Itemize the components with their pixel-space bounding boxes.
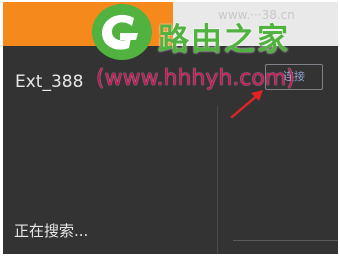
divider [217, 106, 218, 254]
watermark-url: (www.hhhyh.com) [96, 66, 295, 91]
status-text: 正在搜索... [14, 222, 89, 240]
divider [233, 240, 338, 241]
device-name: Ext_388 [15, 72, 84, 92]
watermark-logo-icon [92, 4, 152, 60]
watermark-title: 路由之家 [158, 22, 290, 58]
